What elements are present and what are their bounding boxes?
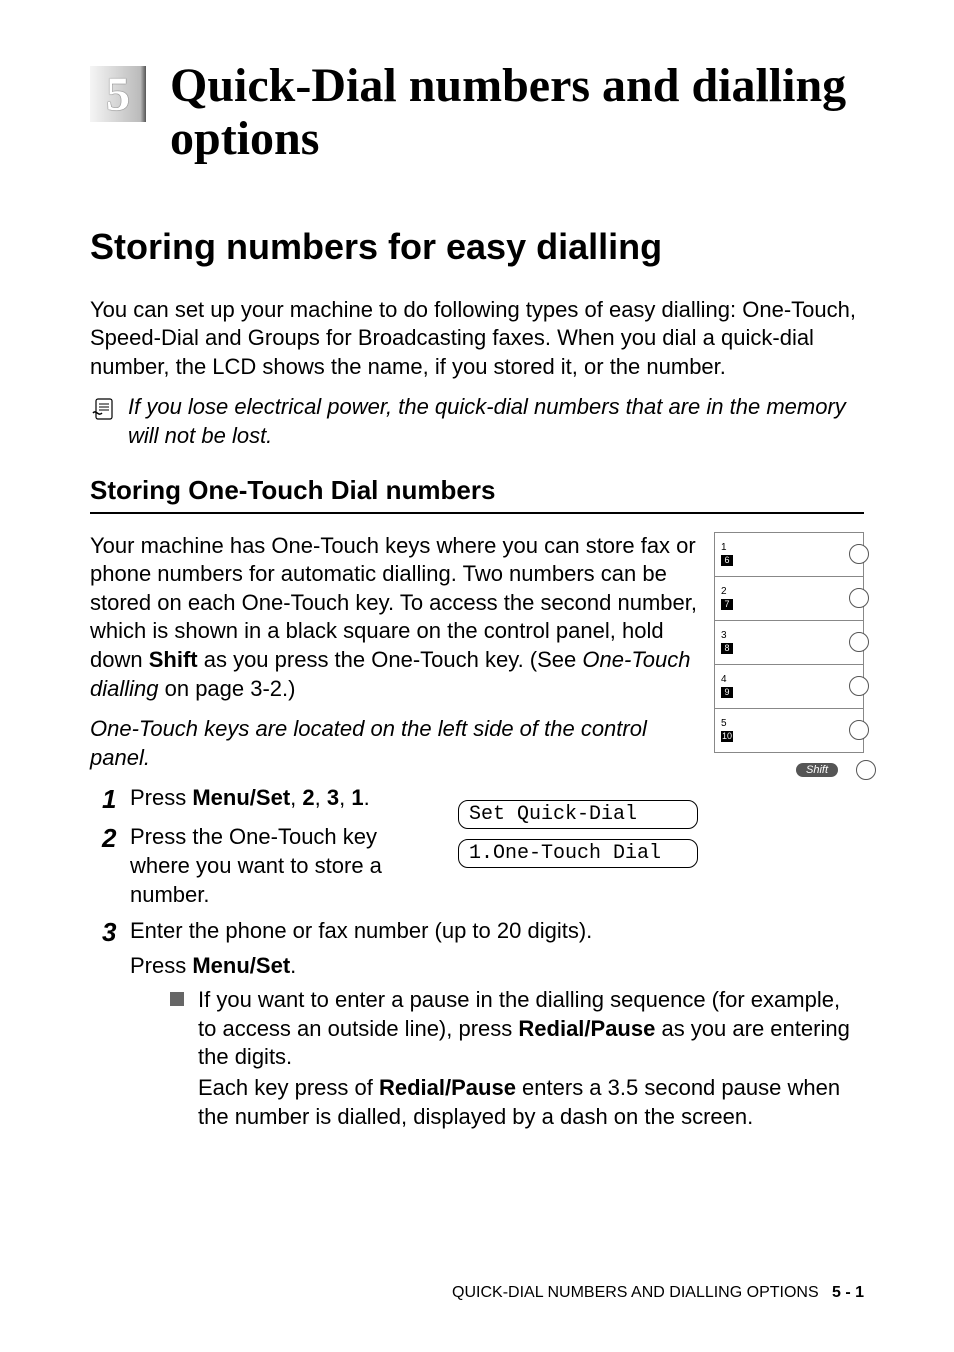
subsection-paragraph-2: One-Touch keys are located on the left s… xyxy=(90,715,698,772)
page-footer: QUICK-DIAL NUMBERS AND DIALLING OPTIONS … xyxy=(452,1284,864,1302)
keypad-label-bot: 9 xyxy=(721,687,733,698)
shift-button xyxy=(856,760,876,780)
sub-bullet-body: If you want to enter a pause in the dial… xyxy=(198,986,864,1131)
note-icon xyxy=(90,395,120,430)
keypad-row: 2 7 xyxy=(715,577,863,621)
intro-paragraph: You can set up your machine to do follow… xyxy=(90,296,864,382)
sub-bullet: If you want to enter a pause in the dial… xyxy=(130,986,864,1131)
note-block: If you lose electrical power, the quick-… xyxy=(90,393,864,450)
keypad-label-top: 5 xyxy=(721,719,733,729)
bullet-square-icon xyxy=(170,992,184,1006)
bold-redial: Redial/Pause xyxy=(379,1075,516,1100)
bold-menuset: Menu/Set xyxy=(192,785,290,810)
text-run: Press xyxy=(130,953,192,978)
bold-redial: Redial/Pause xyxy=(518,1016,655,1041)
keypad-illustration: 1 6 2 7 3 8 4 xyxy=(714,532,864,753)
text-run: , xyxy=(315,785,327,810)
text-run: , xyxy=(290,785,302,810)
keypad-button xyxy=(849,544,869,564)
step-1: 1 Press Menu/Set, 2, 3, 1. xyxy=(90,784,442,815)
text-run: on page 3-2.) xyxy=(159,676,296,701)
keypad-button xyxy=(849,720,869,740)
shift-label: Shift xyxy=(796,763,838,777)
keypad-button xyxy=(849,588,869,608)
bold-key: 2 xyxy=(302,785,314,810)
keypad-label-bot: 7 xyxy=(721,599,733,610)
keypad-row: 4 9 xyxy=(715,665,863,709)
step-number: 1 xyxy=(90,784,130,815)
step-2: 2 Press the One-Touch key where you want… xyxy=(90,823,442,909)
shift-row: Shift xyxy=(714,753,864,787)
note-text: If you lose electrical power, the quick-… xyxy=(128,393,864,450)
step-number: 3 xyxy=(90,917,130,948)
subsection-body: Your machine has One-Touch keys where yo… xyxy=(90,532,864,918)
keypad-label-top: 4 xyxy=(721,675,733,685)
step-body: Press Menu/Set, 2, 3, 1. xyxy=(130,784,442,813)
keypad-label-top: 1 xyxy=(721,543,733,553)
chapter-title: Quick-Dial numbers and dialling options xyxy=(170,60,864,166)
bold-menuset: Menu/Set xyxy=(192,953,290,978)
subsection-paragraph-1: Your machine has One-Touch keys where yo… xyxy=(90,532,698,704)
chapter-number-badge: 5 xyxy=(90,66,146,122)
footer-page: 5 - 1 xyxy=(832,1284,864,1301)
lcd-stack: Set Quick-Dial 1.One-Touch Dial xyxy=(458,800,698,868)
keypad-row: 1 6 xyxy=(715,533,863,577)
chapter-number: 5 xyxy=(106,67,130,122)
lcd-line-2: 1.One-Touch Dial xyxy=(458,839,698,868)
text-run: Each key press of xyxy=(198,1075,379,1100)
chapter-header: 5 Quick-Dial numbers and dialling option… xyxy=(90,60,864,166)
keypad-label-bot: 10 xyxy=(721,731,733,742)
bold-key: 1 xyxy=(351,785,363,810)
step-body: Enter the phone or fax number (up to 20 … xyxy=(130,917,864,1131)
keypad-button xyxy=(849,676,869,696)
footer-label: QUICK-DIAL NUMBERS AND DIALLING OPTIONS xyxy=(452,1284,819,1301)
text-run: . xyxy=(364,785,370,810)
step-body: Press the One-Touch key where you want t… xyxy=(130,823,442,909)
bold-shift: Shift xyxy=(149,647,198,672)
keypad-label-top: 2 xyxy=(721,587,733,597)
subsection-heading: Storing One-Touch Dial numbers xyxy=(90,475,864,514)
text-run: Enter the phone or fax number (up to 20 … xyxy=(130,917,864,946)
keypad-button xyxy=(849,632,869,652)
lcd-line-1: Set Quick-Dial xyxy=(458,800,698,829)
keypad-label-bot: 8 xyxy=(721,643,733,654)
step-number: 2 xyxy=(90,823,130,854)
step-3: 3 Enter the phone or fax number (up to 2… xyxy=(90,917,864,1131)
keypad-row: 5 10 xyxy=(715,709,863,753)
bold-key: 3 xyxy=(327,785,339,810)
text-run: Press xyxy=(130,785,192,810)
text-run: , xyxy=(339,785,351,810)
keypad-label-bot: 6 xyxy=(721,555,733,566)
text-run: . xyxy=(290,953,296,978)
keypad-label-top: 3 xyxy=(721,631,733,641)
section-heading: Storing numbers for easy dialling xyxy=(90,226,864,268)
keypad-row: 3 8 xyxy=(715,621,863,665)
text-run: as you press the One-Touch key. (See xyxy=(198,647,583,672)
